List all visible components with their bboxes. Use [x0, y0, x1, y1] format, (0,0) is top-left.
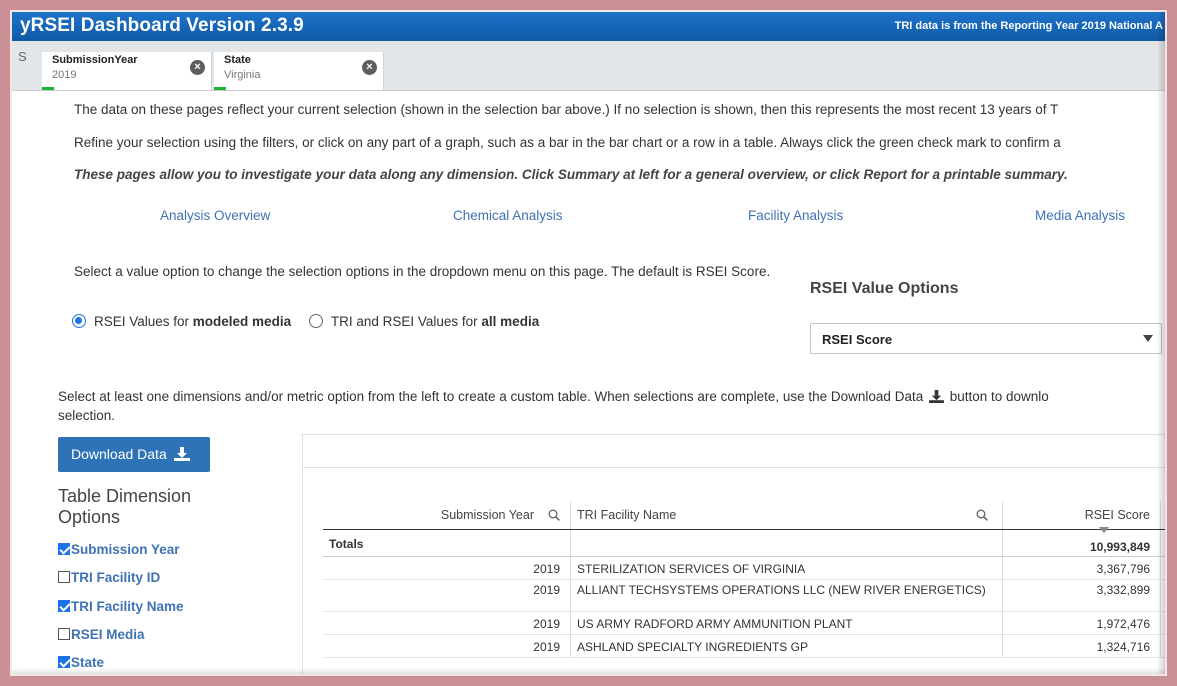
- value-option-radio-group: RSEI Values for modeled media TRI and RS…: [72, 314, 553, 329]
- cell-year: 2019: [323, 612, 571, 634]
- checkbox-checked-icon[interactable]: [58, 656, 70, 668]
- cell-year: 2019: [323, 557, 571, 579]
- nav-chemical-analysis[interactable]: Chemical Analysis: [453, 208, 563, 223]
- dimension-option-submission-year[interactable]: Submission Year: [58, 542, 180, 557]
- selection-bar: S SubmissionYear 2019 × State Virginia ×: [12, 41, 1165, 91]
- search-icon[interactable]: [548, 509, 560, 521]
- totals-empty-cell: [571, 530, 1003, 556]
- nav-media-analysis[interactable]: Media Analysis: [1035, 208, 1125, 223]
- nav-analysis-overview[interactable]: Analysis Overview: [160, 208, 270, 223]
- checkbox-unchecked-icon[interactable]: [58, 571, 70, 583]
- chip-label: SubmissionYear: [52, 54, 138, 66]
- totals-value: 10,993,849: [1003, 530, 1161, 556]
- cell-rsei-score: 1,324,716: [1003, 635, 1161, 657]
- column-header-submission-year[interactable]: Submission Year: [323, 501, 571, 529]
- title-bar: yRSEI Dashboard Version 2.3.9 TRI data i…: [12, 12, 1165, 41]
- radio-unselected-icon[interactable]: [308, 314, 323, 328]
- checkbox-checked-icon[interactable]: [58, 543, 70, 555]
- column-header-label: TRI Facility Name: [577, 508, 677, 522]
- value-option-description: Select a value option to change the sele…: [74, 264, 771, 279]
- cell-facility-name: US ARMY RADFORD ARMY AMMUNITION PLANT: [571, 612, 1003, 634]
- dimension-label: RSEI Media: [71, 627, 145, 642]
- dimension-label: Submission Year: [71, 542, 180, 557]
- intro-text-1: The data on these pages reflect your cur…: [74, 102, 1059, 117]
- cell-rsei-score: 1,972,476: [1003, 612, 1161, 634]
- window-shadow: [12, 668, 1165, 674]
- data-source-note: TRI data is from the Reporting Year 2019…: [894, 20, 1163, 32]
- selection-indicator: [42, 87, 54, 90]
- cell-rsei-score: 3,332,899: [1003, 580, 1161, 611]
- download-icon: [929, 390, 944, 403]
- radio-modeled-media[interactable]: RSEI Values for modeled media: [72, 314, 291, 329]
- download-icon: [173, 447, 190, 461]
- intro-text-2: Refine your selection using the filters,…: [74, 135, 1061, 150]
- radio-all-media[interactable]: TRI and RSEI Values for all media: [308, 314, 540, 329]
- selection-indicator: [214, 87, 226, 90]
- clear-icon[interactable]: ×: [190, 60, 205, 75]
- selection-bar-edge: S: [18, 49, 27, 64]
- radio-label-bold: all media: [481, 314, 540, 329]
- table-row[interactable]: 2019 ASHLAND SPECIALTY INGREDIENTS GP 1,…: [323, 635, 1165, 658]
- selection-chip-state[interactable]: State Virginia ×: [214, 52, 384, 90]
- totals-label: Totals: [323, 530, 571, 556]
- cell-facility-name: ALLIANT TECHSYSTEMS OPERATIONS LLC (NEW …: [571, 580, 1003, 611]
- table-totals-row: Totals 10,993,849: [323, 530, 1165, 557]
- dimension-label: TRI Facility ID: [71, 570, 161, 585]
- dropdown-selected-value: RSEI Score: [822, 332, 893, 347]
- checkbox-checked-icon[interactable]: [58, 600, 70, 612]
- custom-desc-part-2: button to downlo: [945, 389, 1049, 404]
- dropdown-caret-icon[interactable]: [1143, 335, 1153, 342]
- chip-value: 2019: [52, 69, 77, 81]
- app-title: yRSEI Dashboard Version 2.3.9: [20, 15, 304, 36]
- intro-text-3: These pages allow you to investigate you…: [74, 167, 1068, 182]
- radio-label-prefix: RSEI Values for: [94, 314, 193, 329]
- radio-label-bold: modeled media: [192, 314, 292, 329]
- dimension-option-tri-facility-id[interactable]: TRI Facility ID: [58, 570, 160, 585]
- chip-label: State: [224, 54, 251, 66]
- column-header-label: RSEI Score: [1084, 508, 1150, 522]
- cell-facility-name: ASHLAND SPECIALTY INGREDIENTS GP: [571, 635, 1003, 657]
- custom-desc-part-3: selection.: [58, 408, 116, 423]
- table-toolbar: [303, 435, 1165, 468]
- dashboard-window: yRSEI Dashboard Version 2.3.9 TRI data i…: [10, 10, 1167, 676]
- window-shadow: [1157, 12, 1165, 674]
- table-row[interactable]: 2019 STERILIZATION SERVICES OF VIRGINIA …: [323, 557, 1165, 580]
- search-icon[interactable]: [976, 509, 988, 521]
- download-data-button[interactable]: Download Data: [58, 437, 210, 472]
- custom-desc-part-1: Select at least one dimensions and/or me…: [58, 389, 924, 404]
- radio-selected-icon[interactable]: [72, 314, 86, 328]
- table-header-row: Submission Year TRI Facility Name RSEI S…: [323, 501, 1165, 533]
- table-row[interactable]: 2019 US ARMY RADFORD ARMY AMMUNITION PLA…: [323, 612, 1165, 635]
- download-data-label: Download Data: [71, 446, 167, 462]
- column-header-rsei-score[interactable]: RSEI Score: [1003, 501, 1161, 533]
- clear-icon[interactable]: ×: [362, 60, 377, 75]
- chip-value: Virginia: [224, 69, 261, 81]
- selection-chip-submission-year[interactable]: SubmissionYear 2019 ×: [42, 52, 212, 90]
- table-dimension-options-title: Table Dimension Options: [58, 486, 192, 527]
- cell-year: 2019: [323, 635, 571, 657]
- custom-table-panel: Submission Year TRI Facility Name RSEI S…: [302, 434, 1165, 674]
- custom-table-description: Select at least one dimensions and/or me…: [58, 387, 1158, 425]
- custom-table: Submission Year TRI Facility Name RSEI S…: [323, 501, 1165, 658]
- cell-rsei-score: 3,367,796: [1003, 557, 1161, 579]
- table-row[interactable]: 2019 ALLIANT TECHSYSTEMS OPERATIONS LLC …: [323, 580, 1165, 612]
- cell-year: 2019: [323, 580, 571, 611]
- rsei-value-dropdown[interactable]: RSEI Score: [810, 323, 1162, 354]
- checkbox-unchecked-icon[interactable]: [58, 628, 70, 640]
- column-header-label: Submission Year: [440, 508, 534, 522]
- dimension-option-tri-facility-name[interactable]: TRI Facility Name: [58, 599, 184, 614]
- column-header-tri-facility-name[interactable]: TRI Facility Name: [571, 501, 1003, 529]
- dimension-option-rsei-media[interactable]: RSEI Media: [58, 627, 145, 642]
- cell-facility-name: STERILIZATION SERVICES OF VIRGINIA: [571, 557, 1003, 579]
- nav-facility-analysis[interactable]: Facility Analysis: [748, 208, 843, 223]
- dimension-label: TRI Facility Name: [71, 599, 184, 614]
- radio-label-prefix: TRI and RSEI Values for: [330, 314, 482, 329]
- rsei-value-options-heading: RSEI Value Options: [810, 280, 959, 297]
